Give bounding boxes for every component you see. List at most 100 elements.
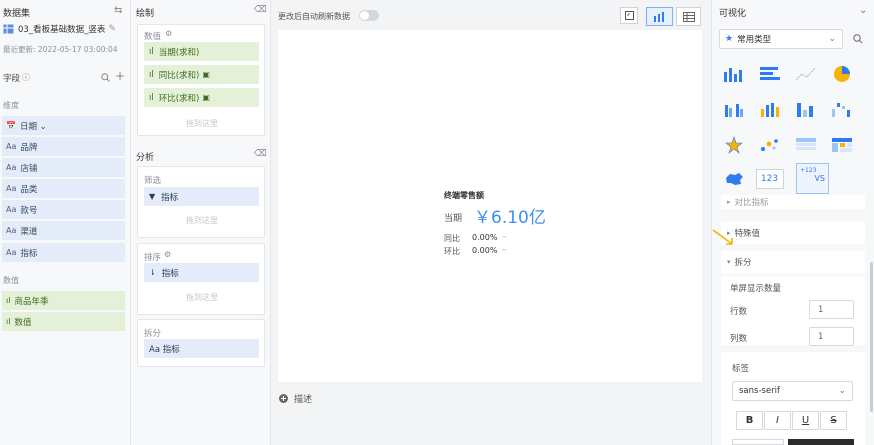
per-screen-label: 单屏显示数量	[730, 284, 782, 294]
bold-button[interactable]: B	[736, 411, 763, 430]
pie-chart-icon[interactable]	[826, 60, 857, 88]
detail-table-icon[interactable]	[790, 131, 821, 159]
italic-button[interactable]: I	[764, 411, 791, 430]
chip-label: 同比(求和)	[158, 70, 200, 81]
grouped-column-icon[interactable]	[718, 95, 749, 123]
table-icon	[3, 24, 14, 34]
china-map-icon[interactable]	[718, 165, 749, 193]
values-box: 数值 ⚙ ıl 当期(求和) ıl 同比(求和) ▣ ıl 环比(求和) ▣ 拖到这里	[137, 24, 265, 136]
text-type-icon: Aa	[6, 226, 17, 235]
collapse-icon[interactable]: ⌄	[859, 5, 867, 16]
color-swatch[interactable]	[788, 439, 854, 445]
dimension-field[interactable]: Aa 品类	[2, 179, 125, 198]
measure-field[interactable]: ıl 商品年季	[2, 291, 125, 310]
column-chart-icon[interactable]	[718, 60, 749, 88]
dimension-field[interactable]: Aa 款号	[2, 200, 125, 219]
dimension-field[interactable]: Aa 渠道	[2, 221, 125, 240]
kpi-card-icon[interactable]: 123	[754, 165, 785, 193]
chevron-down-icon: ▾	[727, 258, 731, 266]
bar-type-icon: ıl	[149, 46, 154, 57]
bar-type-icon: ıl	[149, 92, 154, 103]
waterfall-column-icon[interactable]	[790, 95, 821, 123]
filter-icon: ▼	[149, 192, 156, 201]
describe-toggle[interactable]: 描述	[279, 392, 312, 405]
chart-canvas[interactable]: 终端零售额 当期 ￥6.10亿 同比 0.00% – 环比 0.00% –	[278, 30, 702, 382]
current-value: ￥6.10亿	[474, 208, 546, 228]
strike-button[interactable]: S	[820, 411, 847, 430]
scatter-chart-icon[interactable]	[754, 131, 785, 159]
star-map-icon[interactable]	[718, 131, 749, 159]
chart-icon	[653, 12, 664, 22]
settings-icon[interactable]: ⚙	[164, 250, 171, 259]
measure-title: 数值	[3, 276, 19, 285]
table-view-button[interactable]	[676, 7, 701, 26]
field-label: 品牌	[20, 142, 38, 153]
draw-title: 绘制	[136, 9, 155, 19]
chart-type-select[interactable]: ★ 常用类型 ⌄	[719, 29, 843, 49]
settings-icon[interactable]: ⚙	[165, 29, 172, 38]
stacked-column-icon[interactable]	[754, 95, 785, 123]
field-label: 商品年季	[14, 296, 49, 307]
expand-icon	[624, 11, 634, 20]
dimension-field[interactable]: Aa 品牌	[2, 137, 125, 156]
last-update: 最近更新: 2022-05-17 03:00:04	[3, 45, 118, 54]
filter-chip[interactable]: ▼ 指标	[144, 187, 259, 206]
compare-section[interactable]: ▸ 对比指标	[721, 195, 865, 209]
pivot-table-icon[interactable]	[826, 131, 857, 159]
search-icon[interactable]	[853, 34, 863, 44]
switch-dataset-icon[interactable]: ⇆	[114, 5, 122, 16]
special-value-section[interactable]: ▸ 特殊值	[721, 222, 865, 244]
underline-button[interactable]: U	[792, 411, 819, 430]
color-picker[interactable]	[732, 439, 784, 445]
value-chip[interactable]: ıl 当期(求和)	[144, 42, 259, 61]
font-select[interactable]: sans-serif ⌄	[732, 381, 853, 401]
date-type-icon: 📅	[6, 121, 16, 130]
cols-input[interactable]: 1	[809, 327, 854, 346]
bar-chart-icon[interactable]	[754, 60, 785, 88]
fields-title: 字段	[3, 74, 21, 84]
vs-icon-bottom: VS	[814, 174, 825, 183]
star-icon: ★	[725, 34, 734, 44]
dimension-field[interactable]: Aa 店铺	[2, 158, 125, 177]
add-field-icon[interactable]: +	[115, 69, 125, 83]
chevron-down-icon: ⌄	[838, 386, 846, 396]
vs-icon-top: +123	[800, 167, 817, 174]
compare-kpi-icon[interactable]: +123 VS	[796, 163, 829, 194]
measure-field[interactable]: ıl 数值	[2, 312, 125, 331]
split-section[interactable]: ▾ 拆分	[721, 251, 865, 273]
split-settings: 单屏显示数量 行数 1 列数 1	[721, 276, 865, 346]
split-chip[interactable]: Aa 指标	[144, 339, 259, 358]
field-label: 款号	[20, 205, 38, 216]
search-icon[interactable]	[101, 73, 110, 82]
chart-view-button[interactable]	[646, 7, 673, 26]
dataset-name-row[interactable]: 03_看板基础数据_竖表 ✎	[3, 23, 116, 35]
auto-refresh-label: 更改后自动刷新数据	[278, 12, 350, 21]
visualization-panel: 可视化 ⌄ ★ 常用类型 ⌄ 123 +123 VS ▸ 对比指标 ▸ 特殊值 ▾ 拆…	[711, 0, 874, 445]
rows-input[interactable]: 1	[809, 300, 854, 319]
value-chip[interactable]: ıl 同比(求和) ▣	[144, 65, 259, 84]
chevron-down-icon: ⌄	[828, 34, 836, 44]
eraser-icon[interactable]: ⌫	[254, 149, 267, 159]
plus-circle-icon	[279, 394, 288, 403]
field-label: 渠道	[20, 226, 38, 237]
split-title: 拆分	[144, 329, 162, 339]
value-chip[interactable]: ıl 环比(求和) ▣	[144, 88, 259, 107]
fullscreen-button[interactable]	[620, 7, 638, 24]
scrollbar[interactable]	[870, 262, 873, 412]
text-type-icon: Aa	[6, 163, 17, 172]
sort-icon: ⇂	[149, 268, 156, 277]
auto-refresh-toggle[interactable]	[359, 10, 379, 21]
step-chart-icon[interactable]	[826, 95, 857, 123]
vis-title: 可视化	[719, 9, 747, 19]
tag-label: 标签	[732, 364, 750, 374]
line-chart-icon[interactable]	[790, 60, 821, 88]
edit-icon[interactable]: ✎	[108, 24, 116, 34]
eraser-icon[interactable]: ⌫	[254, 5, 267, 15]
dataset-name: 03_看板基础数据_竖表	[18, 25, 106, 35]
dimension-field[interactable]: 📅 日期 ⌄	[2, 116, 125, 135]
field-label: 店铺	[20, 163, 38, 174]
sort-title: 排序	[144, 253, 162, 263]
dimension-field[interactable]: Aa 指标	[2, 243, 125, 262]
special-label: 特殊值	[734, 229, 761, 239]
sort-chip[interactable]: ⇂ 指标	[144, 263, 259, 282]
